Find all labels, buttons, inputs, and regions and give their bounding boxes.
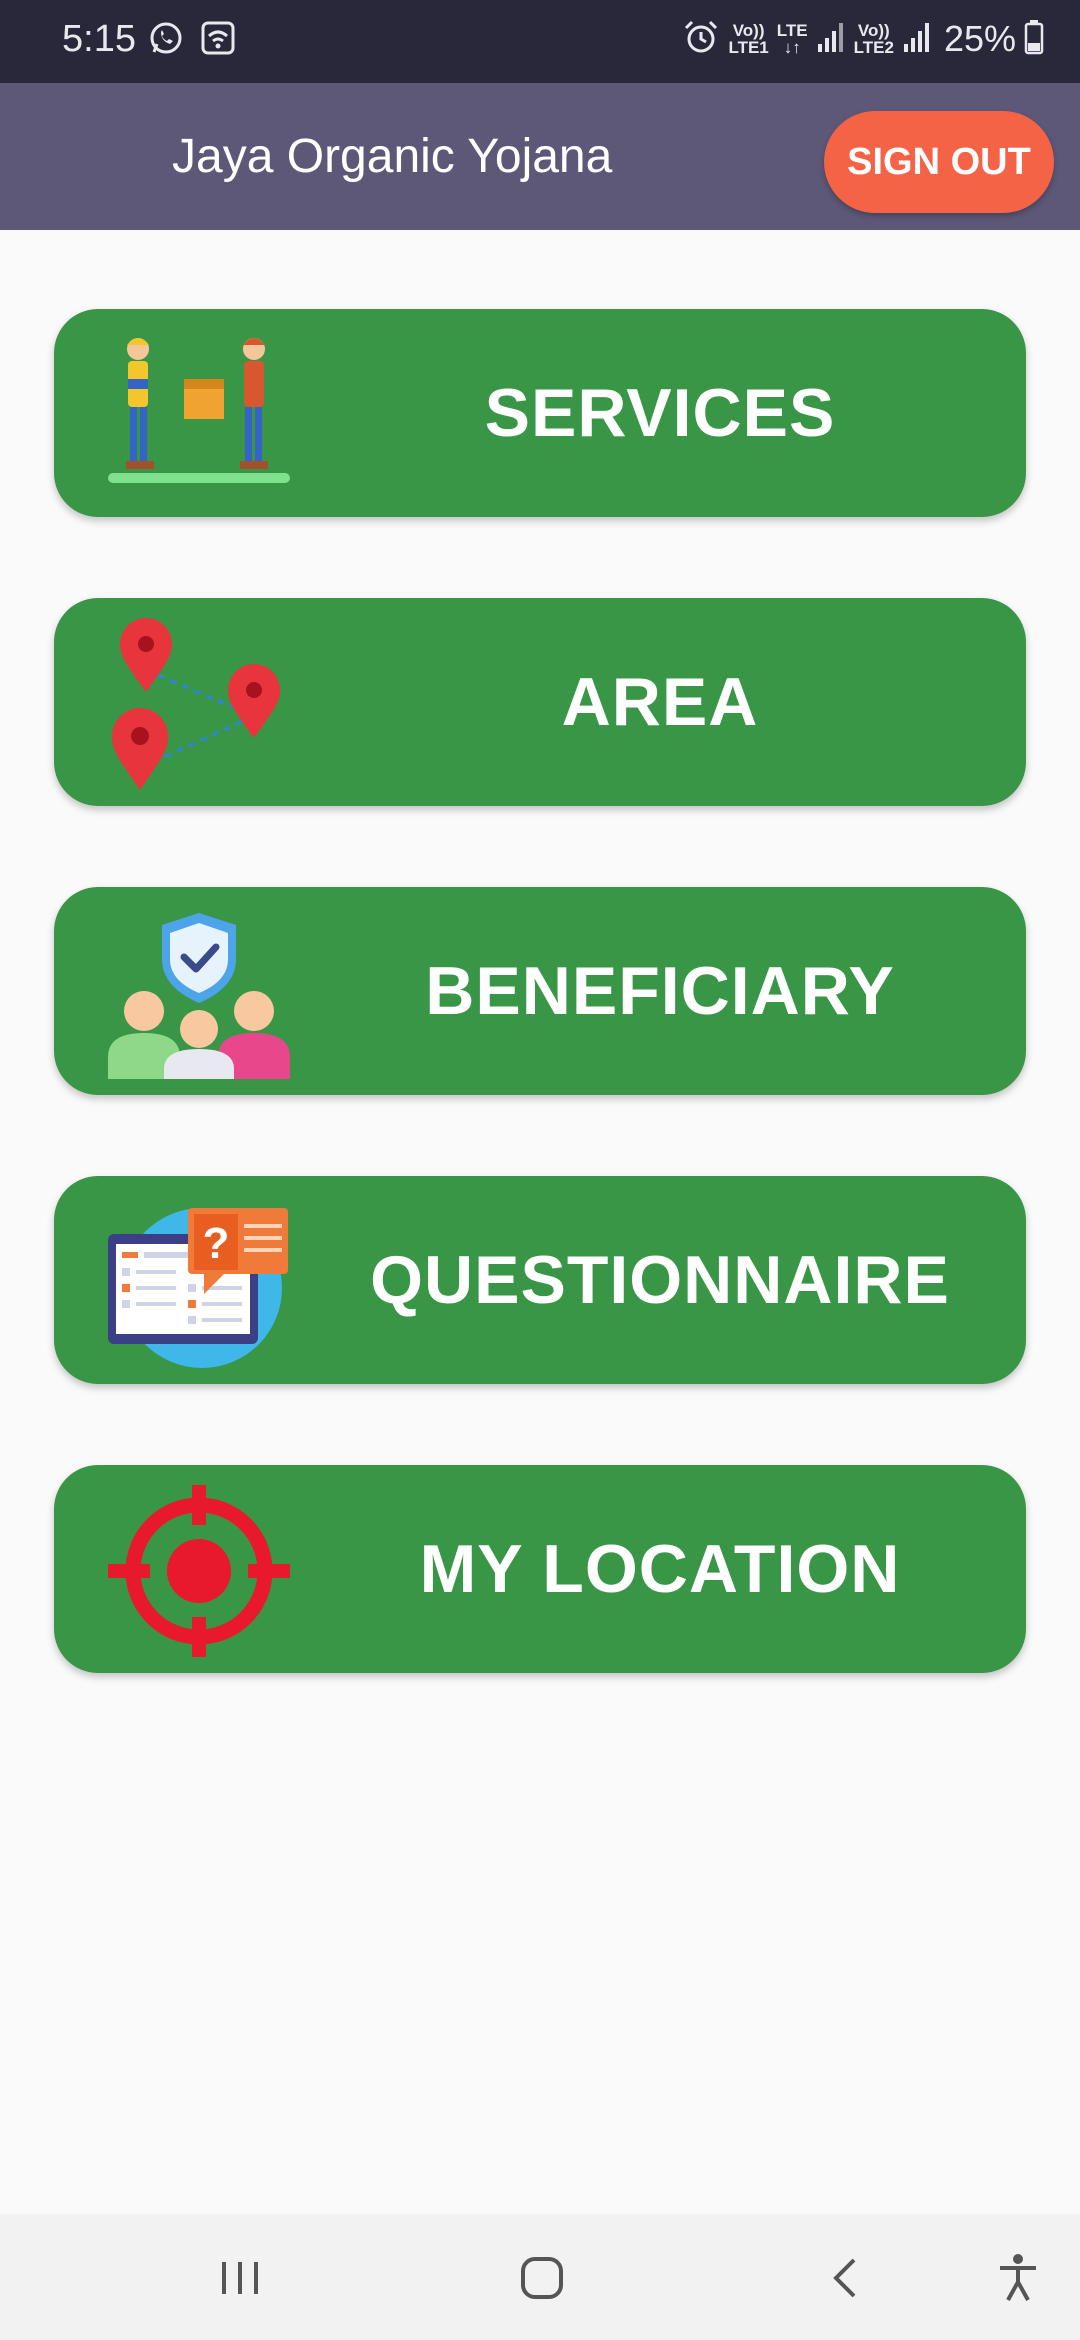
beneficiary-label: BENEFICIARY	[425, 953, 895, 1029]
services-button[interactable]: SERVICES	[54, 309, 1026, 517]
delivery-people-icon	[104, 329, 294, 501]
status-notification-icons	[148, 20, 236, 61]
my-location-label: MY LOCATION	[419, 1531, 901, 1607]
battery-percent: 25%	[943, 18, 1016, 59]
sim2-indicator: Vo)) LTE2	[854, 22, 894, 56]
map-pins-icon	[104, 618, 294, 790]
home-icon[interactable]	[502, 2238, 582, 2318]
alarm-icon	[682, 18, 720, 61]
crosshair-target-icon	[104, 1485, 294, 1657]
questionnaire-label: QUESTIONNAIRE	[370, 1242, 950, 1318]
signal-icon	[816, 20, 846, 59]
beneficiary-button[interactable]: BENEFICIARY	[54, 887, 1026, 1095]
back-icon[interactable]	[806, 2238, 886, 2318]
sim1-top-label: Vo))	[732, 21, 765, 40]
data-arrows-icon: ↓↑	[783, 38, 801, 57]
beneficiary-group-icon	[104, 907, 294, 1079]
svg-text:?: ?	[203, 1219, 230, 1268]
questionnaire-icon: ?	[104, 1196, 294, 1368]
status-system-icons: Vo)) LTE1 LTE ↓↑ Vo)) LTE2 25%	[682, 14, 1044, 64]
recent-apps-icon[interactable]	[200, 2238, 280, 2318]
area-label: AREA	[561, 664, 759, 740]
status-time: 5:15	[62, 18, 136, 60]
app-bar: Jaya Organic Yojana SIGN OUT	[0, 83, 1080, 230]
signal-icon-2	[902, 20, 932, 59]
battery-icon	[1024, 19, 1044, 60]
app-title: Jaya Organic Yojana	[172, 130, 613, 183]
wifi-icon	[200, 20, 236, 61]
accessibility-icon[interactable]	[978, 2238, 1058, 2318]
sim1-indicator: Vo)) LTE1	[728, 22, 768, 56]
lte-indicator: LTE ↓↑	[777, 22, 808, 56]
sim1-bottom-label: LTE1	[728, 38, 769, 57]
sim2-bottom-label: LTE2	[853, 38, 894, 57]
services-label: SERVICES	[484, 375, 836, 451]
whatsapp-icon	[148, 20, 184, 61]
my-location-button[interactable]: MY LOCATION	[54, 1465, 1026, 1673]
sim2-top-label: Vo))	[857, 21, 890, 40]
sign-out-button[interactable]: SIGN OUT	[824, 111, 1054, 213]
lte-label: LTE	[776, 21, 808, 40]
questionnaire-button[interactable]: ? QUESTIONNAIRE	[54, 1176, 1026, 1384]
navigation-bar	[0, 2214, 1080, 2340]
status-bar: 5:15 Vo)) LTE1 LTE ↓↑ Vo)) LTE2 25%	[0, 0, 1080, 83]
area-button[interactable]: AREA	[54, 598, 1026, 806]
